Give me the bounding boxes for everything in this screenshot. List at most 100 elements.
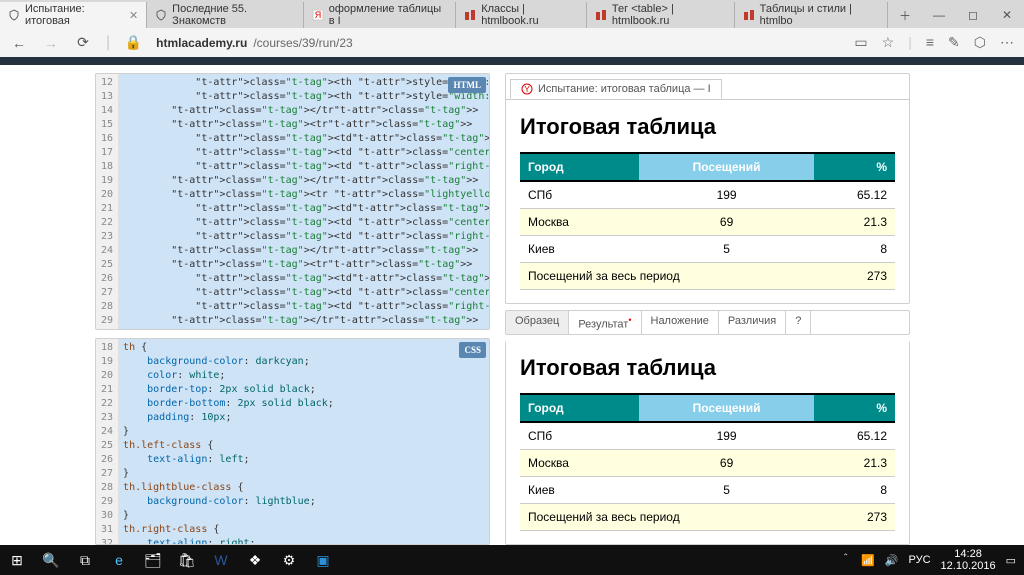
back-button[interactable]: ← <box>10 35 28 51</box>
view-tab-help[interactable]: ? <box>786 311 811 335</box>
view-tab-result[interactable]: Результат• <box>569 311 641 335</box>
result-table: ГородПосещений%СПб19965.12Москва6921.3Ки… <box>520 152 895 290</box>
table-row: СПб19965.12 <box>520 422 895 450</box>
browser-tab-2[interactable]: Я оформление таблицы в I <box>304 2 457 28</box>
tab-label: Классы | htmlbook.ru <box>481 3 578 27</box>
word-icon[interactable]: W <box>204 545 238 575</box>
css-badge: CSS <box>459 342 486 358</box>
store-icon[interactable]: 🛍 <box>170 545 204 575</box>
col-header: Посещений <box>639 394 814 422</box>
tab-label: Последние 55. Знакомств <box>172 3 295 27</box>
close-icon[interactable]: ✕ <box>129 9 138 22</box>
language-indicator[interactable]: РУС <box>909 554 931 566</box>
start-button[interactable]: ⊞ <box>0 545 34 575</box>
site-icon <box>464 9 476 21</box>
tab-label: Испытание: итоговая <box>25 3 124 27</box>
shield-icon <box>8 9 20 21</box>
result-table: ГородПосещений%СПб19965.12Москва6921.3Ки… <box>520 393 895 531</box>
new-tab-button[interactable]: ＋ <box>888 2 922 28</box>
reader-icon[interactable]: ▭ <box>854 34 867 51</box>
browser-tab-1[interactable]: Последние 55. Знакомств <box>147 2 304 28</box>
browser-tab-3[interactable]: Классы | htmlbook.ru <box>456 2 587 28</box>
browser-chrome: Испытание: итоговая ✕ Последние 55. Знак… <box>0 0 1024 57</box>
url-host: htmlacademy.ru <box>156 36 247 50</box>
tab-label: Тег <table> | htmlbook.ru <box>612 3 726 27</box>
notifications-icon[interactable]: ▭ <box>1006 554 1016 567</box>
svg-text:Я: Я <box>314 10 321 20</box>
more-icon[interactable]: ⋯ <box>1000 34 1014 51</box>
view-tabs: Образец Результат• Наложение Различия ? <box>505 310 910 336</box>
col-header: Город <box>520 153 639 181</box>
lock-icon: 🔒 <box>124 34 142 51</box>
windows-taskbar[interactable]: ⊞ 🔍 ⧉ e 🗂 🛍 W ❖ ⚙ ▣ ＾ 📶 🔊 РУС 14:28 12.1… <box>0 545 1024 575</box>
col-header: % <box>814 394 895 422</box>
address-row: ← → ⟳ | 🔒 htmlacademy.ru/courses/39/run/… <box>0 28 1024 57</box>
refresh-button[interactable]: ⟳ <box>74 34 92 51</box>
preview-heading: Итоговая таблица <box>520 114 895 140</box>
app-icon-2[interactable]: ▣ <box>306 545 340 575</box>
table-row: Киев58 <box>520 236 895 263</box>
editor-column: HTML 12131415161718192021222324252627282… <box>95 73 490 545</box>
yandex-icon: Я <box>312 9 324 21</box>
preview-body: Итоговая таблица ГородПосещений%СПб19965… <box>506 341 909 545</box>
site-icon <box>595 9 607 21</box>
volume-icon[interactable]: 🔊 <box>885 554 899 567</box>
col-header: Город <box>520 394 639 422</box>
taskview-icon[interactable]: ⧉ <box>68 545 102 575</box>
preview-heading: Итоговая таблица <box>520 355 895 381</box>
close-button[interactable]: ✕ <box>990 2 1024 28</box>
tab-strip: Испытание: итоговая ✕ Последние 55. Знак… <box>0 0 1024 28</box>
preview-pane-result: Итоговая таблица ГородПосещений%СПб19965… <box>505 341 910 545</box>
css-editor[interactable]: CSS 181920212223242526272829303132333435… <box>95 338 490 545</box>
tab-label: оформление таблицы в I <box>329 3 448 27</box>
browser-tab-4[interactable]: Тег <table> | htmlbook.ru <box>587 2 735 28</box>
network-icon[interactable]: 📶 <box>861 554 875 567</box>
preview-tab[interactable]: Y Испытание: итоговая таблица — I <box>510 79 722 99</box>
address-bar[interactable]: htmlacademy.ru/courses/39/run/23 <box>156 36 840 50</box>
explorer-icon[interactable]: 🗂 <box>136 545 170 575</box>
site-icon <box>743 9 755 21</box>
table-row: Киев58 <box>520 477 895 504</box>
tab-label: Таблицы и стили | htmlbo <box>760 3 879 27</box>
html-editor[interactable]: HTML 12131415161718192021222324252627282… <box>95 73 490 330</box>
view-tab-overlay[interactable]: Наложение <box>642 311 719 335</box>
edge-icon[interactable]: e <box>102 545 136 575</box>
search-icon[interactable]: 🔍 <box>34 545 68 575</box>
svg-text:Y: Y <box>524 85 530 94</box>
view-tab-diff[interactable]: Различия <box>719 311 786 335</box>
maximize-button[interactable]: ◻ <box>956 2 990 28</box>
clock-time: 14:28 <box>941 548 996 560</box>
code-source[interactable]: th { background-color: darkcyan; color: … <box>119 339 489 545</box>
browser-tab-5[interactable]: Таблицы и стили | htmlbo <box>735 2 888 28</box>
col-header: % <box>814 153 895 181</box>
table-row: СПб19965.12 <box>520 181 895 209</box>
browser-tab-0[interactable]: Испытание: итоговая ✕ <box>0 2 147 28</box>
view-tab-sample[interactable]: Образец <box>506 311 569 335</box>
col-header: Посещений <box>639 153 814 181</box>
shield-icon <box>155 9 167 21</box>
new-tab-area: ＋ — ◻ ✕ <box>888 2 1024 28</box>
table-row: Москва6921.3 <box>520 209 895 236</box>
table-footer-row: Посещений за весь период273 <box>520 263 895 290</box>
minimize-button[interactable]: — <box>922 2 956 28</box>
note-icon[interactable]: ✎ <box>948 34 960 51</box>
gear-icon[interactable]: ⚙ <box>272 545 306 575</box>
line-gutter: 1819202122232425262728293031323334353637 <box>96 339 119 545</box>
app-icon[interactable]: ❖ <box>238 545 272 575</box>
preview-pane-sample: Y Испытание: итоговая таблица — I Итогов… <box>505 73 910 304</box>
hub-icon[interactable]: ≡ <box>926 34 934 51</box>
html-badge: HTML <box>448 77 486 93</box>
clock[interactable]: 14:28 12.10.2016 <box>941 548 996 572</box>
forward-button[interactable]: → <box>42 35 60 51</box>
clock-date: 12.10.2016 <box>941 560 996 572</box>
yandex-icon: Y <box>521 83 533 95</box>
share-icon[interactable]: ⬡ <box>974 34 986 51</box>
tray-chevron-icon[interactable]: ＾ <box>840 552 851 568</box>
code-source[interactable]: "t-attr">class="t-tag"><th "t-attr">styl… <box>119 74 490 330</box>
favorite-icon[interactable]: ☆ <box>882 34 895 51</box>
tray: ＾ 📶 🔊 РУС 14:28 12.10.2016 ▭ <box>840 548 1024 572</box>
preview-tab-label: Испытание: итоговая таблица — I <box>538 83 711 95</box>
site-header-bar <box>0 57 1024 65</box>
main-content: HTML 12131415161718192021222324252627282… <box>0 65 1024 545</box>
line-gutter: 1213141516171819202122232425262728293031… <box>96 74 119 330</box>
